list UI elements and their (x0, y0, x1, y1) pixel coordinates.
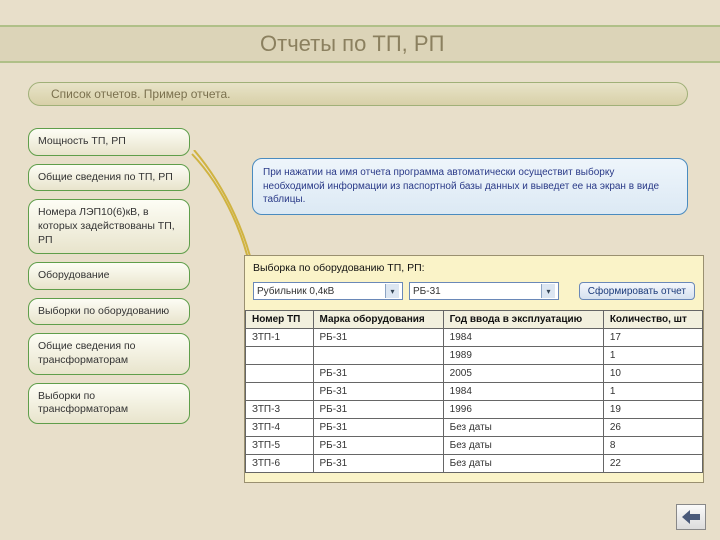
table-cell: 1984 (443, 383, 603, 401)
table-cell: ЗТП-1 (246, 329, 314, 347)
col-header: Год ввода в эксплуатацию (443, 311, 603, 329)
report-preview-panel: Выборка по оборудованию ТП, РП: Рубильни… (244, 255, 704, 483)
sidebar-item-label: Выборки по оборудованию (38, 305, 169, 317)
subtitle-band: Список отчетов. Пример отчета. (28, 82, 688, 106)
table-cell (246, 365, 314, 383)
sidebar-item-power[interactable]: Мощность ТП, РП (28, 128, 190, 156)
sidebar-item-label: Оборудование (38, 269, 109, 281)
table-cell: Без даты (443, 437, 603, 455)
sidebar-item-transformers-queries[interactable]: Выборки по трансформаторам (28, 383, 190, 424)
table-cell: 10 (603, 365, 702, 383)
table-cell: ЗТП-5 (246, 437, 314, 455)
table-cell: 1989 (443, 347, 603, 365)
arrow-left-icon (682, 510, 700, 524)
report-controls: Рубильник 0,4кВ ▾ РБ-31 ▾ Сформировать о… (245, 278, 703, 310)
chevron-down-icon: ▾ (541, 284, 555, 298)
table-cell: 1 (603, 383, 702, 401)
table-row: 19891 (246, 347, 703, 365)
sidebar-item-label: Выборки по трансформаторам (38, 390, 128, 416)
table-row: ЗТП-6РБ-31Без даты22 (246, 455, 703, 473)
table-cell: Без даты (443, 419, 603, 437)
sidebar-item-lep-numbers[interactable]: Номера ЛЭП10(6)кВ, в которых задействова… (28, 199, 190, 254)
table-cell: 1984 (443, 329, 603, 347)
table-row: РБ-3119841 (246, 383, 703, 401)
table-cell (246, 383, 314, 401)
table-cell: 22 (603, 455, 702, 473)
table-cell (313, 347, 443, 365)
title-band: Отчеты по ТП, РП (0, 25, 720, 63)
sidebar-item-label: Общие сведения по ТП, РП (38, 171, 173, 183)
model-select[interactable]: РБ-31 ▾ (409, 282, 559, 300)
sidebar-item-transformers-general[interactable]: Общие сведения по трансформаторам (28, 333, 190, 374)
table-row: ЗТП-5РБ-31Без даты8 (246, 437, 703, 455)
generate-report-button[interactable]: Сформировать отчет (579, 282, 695, 300)
subtitle-text: Список отчетов. Пример отчета. (51, 87, 231, 101)
table-cell: 19 (603, 401, 702, 419)
table-cell: РБ-31 (313, 419, 443, 437)
page-title: Отчеты по ТП, РП (260, 31, 444, 57)
table-cell: РБ-31 (313, 383, 443, 401)
table-row: ЗТП-3РБ-31199619 (246, 401, 703, 419)
back-button[interactable] (676, 504, 706, 530)
report-table: Номер ТП Марка оборудования Год ввода в … (245, 310, 703, 473)
table-cell: 2005 (443, 365, 603, 383)
col-header: Количество, шт (603, 311, 702, 329)
table-cell: ЗТП-4 (246, 419, 314, 437)
sidebar-item-equipment-queries[interactable]: Выборки по оборудованию (28, 298, 190, 326)
table-header-row: Номер ТП Марка оборудования Год ввода в … (246, 311, 703, 329)
table-cell: 26 (603, 419, 702, 437)
select-value: РБ-31 (413, 286, 541, 297)
table-cell: ЗТП-3 (246, 401, 314, 419)
sidebar-item-equipment[interactable]: Оборудование (28, 262, 190, 290)
table-cell: 1 (603, 347, 702, 365)
chevron-down-icon: ▾ (385, 284, 399, 298)
reports-sidebar: Мощность ТП, РП Общие сведения по ТП, РП… (28, 128, 190, 424)
sidebar-item-general-tp[interactable]: Общие сведения по ТП, РП (28, 164, 190, 192)
table-cell: РБ-31 (313, 401, 443, 419)
col-header: Марка оборудования (313, 311, 443, 329)
table-cell: 17 (603, 329, 702, 347)
table-row: ЗТП-1РБ-31198417 (246, 329, 703, 347)
table-cell: РБ-31 (313, 437, 443, 455)
button-label: Сформировать отчет (588, 286, 686, 297)
col-header: Номер ТП (246, 311, 314, 329)
table-row: ЗТП-4РБ-31Без даты26 (246, 419, 703, 437)
info-text: При нажатии на имя отчета программа авто… (263, 167, 659, 205)
info-callout: При нажатии на имя отчета программа авто… (252, 158, 688, 215)
table-cell: РБ-31 (313, 455, 443, 473)
select-value: Рубильник 0,4кВ (257, 286, 385, 297)
table-row: РБ-31200510 (246, 365, 703, 383)
sidebar-item-label: Мощность ТП, РП (38, 135, 126, 147)
equipment-type-select[interactable]: Рубильник 0,4кВ ▾ (253, 282, 403, 300)
table-cell: РБ-31 (313, 329, 443, 347)
table-cell: РБ-31 (313, 365, 443, 383)
table-cell (246, 347, 314, 365)
report-title: Выборка по оборудованию ТП, РП: (245, 256, 703, 278)
table-cell: 1996 (443, 401, 603, 419)
table-cell: ЗТП-6 (246, 455, 314, 473)
sidebar-item-label: Номера ЛЭП10(6)кВ, в которых задействова… (38, 206, 175, 245)
table-cell: Без даты (443, 455, 603, 473)
sidebar-item-label: Общие сведения по трансформаторам (38, 340, 136, 366)
table-cell: 8 (603, 437, 702, 455)
